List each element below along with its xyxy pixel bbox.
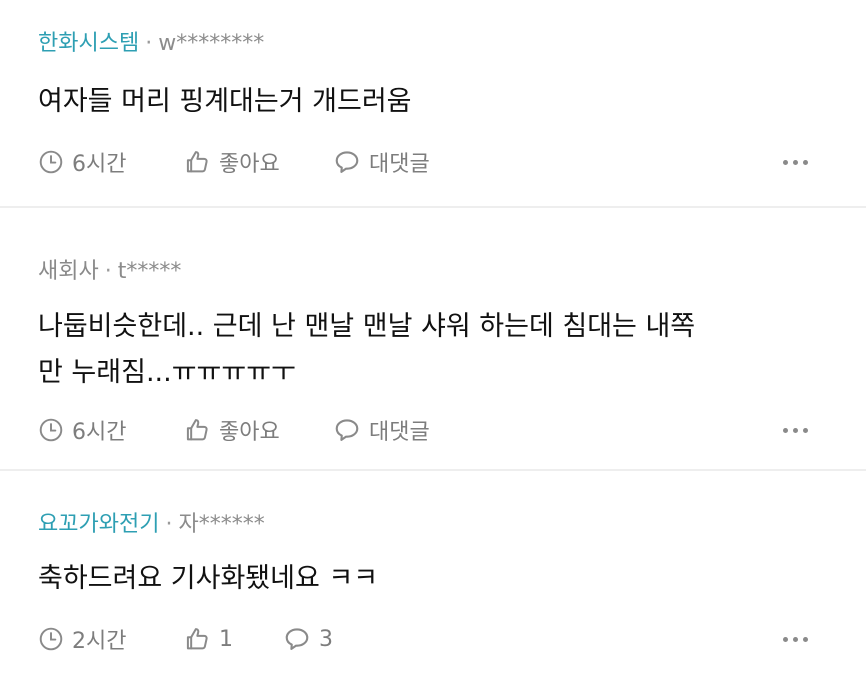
more-options-icon[interactable] bbox=[783, 427, 808, 433]
company-name[interactable]: 새회사 bbox=[38, 259, 99, 284]
meta-separator: · bbox=[145, 31, 153, 56]
more-options-icon[interactable] bbox=[783, 636, 808, 642]
like-button[interactable]: 좋아요 bbox=[183, 414, 333, 446]
timestamp-label: 2시간 bbox=[72, 629, 127, 654]
thumbs-up-icon bbox=[186, 628, 208, 650]
user-id: 자****** bbox=[178, 512, 265, 537]
comment-actions: 2시간 1 3 bbox=[38, 623, 828, 655]
company-name[interactable]: 요꼬가와전기 bbox=[38, 512, 159, 537]
meta-separator: · bbox=[104, 259, 112, 284]
clock-icon bbox=[39, 418, 63, 442]
like-label: 좋아요 bbox=[219, 152, 280, 177]
meta-separator: · bbox=[165, 512, 173, 537]
reply-count: 3 bbox=[319, 626, 333, 652]
reply-button[interactable]: 대댓글 bbox=[333, 146, 430, 178]
reply-button[interactable]: 3 bbox=[283, 625, 333, 653]
timestamp-label: 6시간 bbox=[72, 152, 127, 177]
like-button[interactable]: 1 bbox=[183, 625, 283, 653]
user-id: t***** bbox=[117, 259, 182, 284]
like-label: 좋아요 bbox=[219, 420, 280, 445]
comment-item: 요꼬가와전기 · 자****** 축하드려요 기사화됐네요 ㅋㅋ 2시간 1 3 bbox=[0, 471, 866, 682]
speech-bubble-icon bbox=[335, 419, 359, 441]
timestamp-label: 6시간 bbox=[72, 420, 127, 445]
comment-text: 여자들 머리 핑계대는거 개드러움 bbox=[38, 86, 412, 117]
comment-actions: 6시간 좋아요 대댓글 bbox=[38, 414, 828, 446]
comment-text-line: 만 누래짐...ㅠㅠㅠㅠㅜ bbox=[38, 357, 296, 388]
company-name[interactable]: 한화시스템 bbox=[38, 31, 139, 56]
comment-text: 축하드려요 기사화됐네요 ㅋㅋ bbox=[38, 563, 379, 594]
speech-bubble-icon bbox=[285, 628, 309, 650]
thumbs-up-icon bbox=[186, 151, 208, 173]
clock-icon bbox=[39, 150, 63, 174]
user-id: w******** bbox=[158, 31, 265, 56]
comment-list: 한화시스템 · w******** 여자들 머리 핑계대는거 개드러움 6시간 좋아… bbox=[0, 0, 866, 682]
timestamp: 6시간 bbox=[38, 146, 183, 178]
clock-icon bbox=[39, 627, 63, 651]
comment-text-line: 나둡비슷한데.. 근데 난 맨날 맨날 샤워 하는데 침대는 내쪽 bbox=[38, 311, 696, 342]
reply-label: 대댓글 bbox=[369, 152, 430, 177]
reply-label: 대댓글 bbox=[369, 420, 430, 445]
timestamp: 2시간 bbox=[38, 623, 183, 655]
like-count: 1 bbox=[219, 626, 233, 652]
comment-item: 한화시스템 · w******** 여자들 머리 핑계대는거 개드러움 6시간 좋아… bbox=[0, 0, 866, 208]
speech-bubble-icon bbox=[335, 151, 359, 173]
comment-item: 새회사 · t***** 나둡비슷한데.. 근데 난 맨날 맨날 샤워 하는데 침대… bbox=[0, 208, 866, 471]
more-options-icon[interactable] bbox=[783, 159, 808, 165]
comment-actions: 6시간 좋아요 대댓글 bbox=[38, 146, 828, 178]
comment-meta: 새회사 · t***** bbox=[38, 256, 828, 288]
like-button[interactable]: 좋아요 bbox=[183, 146, 333, 178]
timestamp: 6시간 bbox=[38, 414, 183, 446]
comment-meta: 요꼬가와전기 · 자****** bbox=[38, 509, 828, 541]
comment-text: 나둡비슷한데.. 근데 난 맨날 맨날 샤워 하는데 침대는 내쪽 만 누래짐.… bbox=[38, 304, 828, 396]
thumbs-up-icon bbox=[186, 419, 208, 441]
reply-button[interactable]: 대댓글 bbox=[333, 414, 430, 446]
comment-meta: 한화시스템 · w******** bbox=[38, 28, 828, 60]
